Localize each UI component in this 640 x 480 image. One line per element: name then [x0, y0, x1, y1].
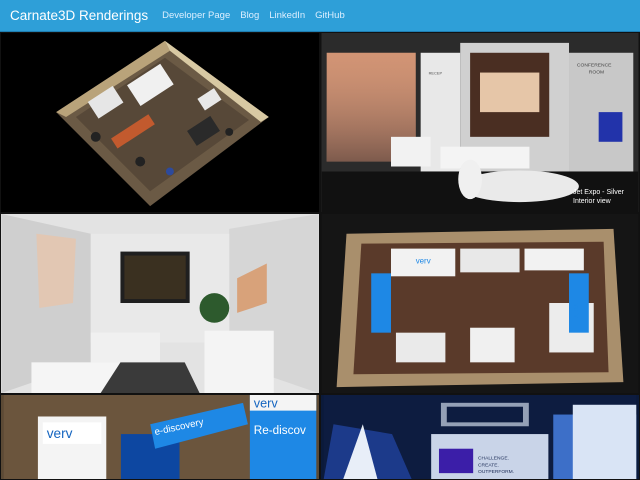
caption-line-2: Interior view	[573, 198, 611, 205]
render-tile-blue-booth[interactable]: CHALLENGE. CREATE. OUTPERFORM.	[320, 394, 640, 480]
panel-outperform: OUTPERFORM.	[478, 469, 514, 475]
jet-expo-caption: Jet Expo - Silver Interior view	[573, 188, 633, 206]
verve-logo-panel: verv	[47, 426, 73, 441]
brand-title[interactable]: Carnate3D Renderings	[0, 8, 148, 23]
conference-room-sign-line2: ROOM	[589, 70, 604, 76]
verve-logo-side: verv	[572, 303, 581, 318]
top-navbar: Carnate3D Renderings Developer Page Blog…	[0, 0, 640, 32]
verve-logo-tower: verv	[254, 397, 279, 411]
caption-line-1: Jet Expo - Silver	[573, 189, 624, 196]
render-tile-lounge[interactable]	[0, 213, 320, 394]
nav-github[interactable]: GitHub	[315, 10, 345, 21]
panel-create: CREATE.	[478, 462, 499, 468]
office-render-image	[56, 40, 269, 207]
render-tile-jet-expo[interactable]: RECEP CONFERENCE ROOM Jet Expo - Silver …	[320, 32, 640, 213]
reception-sign: RECEP	[429, 71, 443, 76]
nav-linkedin[interactable]: LinkedIn	[269, 10, 305, 21]
panel-challenge: CHALLENGE.	[478, 455, 509, 461]
render-gallery: RECEP CONFERENCE ROOM Jet Expo - Silver …	[0, 32, 640, 480]
conference-room-sign-line1: CONFERENCE	[577, 63, 612, 69]
render-tile-verve-booth-topdown[interactable]: verv verv	[320, 213, 640, 394]
verve-logo-top: verv	[416, 256, 431, 265]
verve-booth-render-image: verv verv	[321, 214, 639, 393]
banner-re-discov: Re-discov	[254, 424, 306, 437]
render-tile-office-topdown[interactable]	[0, 32, 320, 213]
nav-blog[interactable]: Blog	[240, 10, 259, 21]
blue-booth-render-image: CHALLENGE. CREATE. OUTPERFORM.	[323, 395, 637, 479]
lounge-render-image	[1, 214, 319, 393]
jet-expo-render-image: RECEP CONFERENCE ROOM	[321, 33, 639, 212]
nav-developer-page[interactable]: Developer Page	[162, 10, 230, 21]
verve-perspective-render-image: verv e-discovery verv Re-discov	[3, 395, 317, 479]
render-tile-verve-booth-perspective[interactable]: verv e-discovery verv Re-discov	[0, 394, 320, 480]
